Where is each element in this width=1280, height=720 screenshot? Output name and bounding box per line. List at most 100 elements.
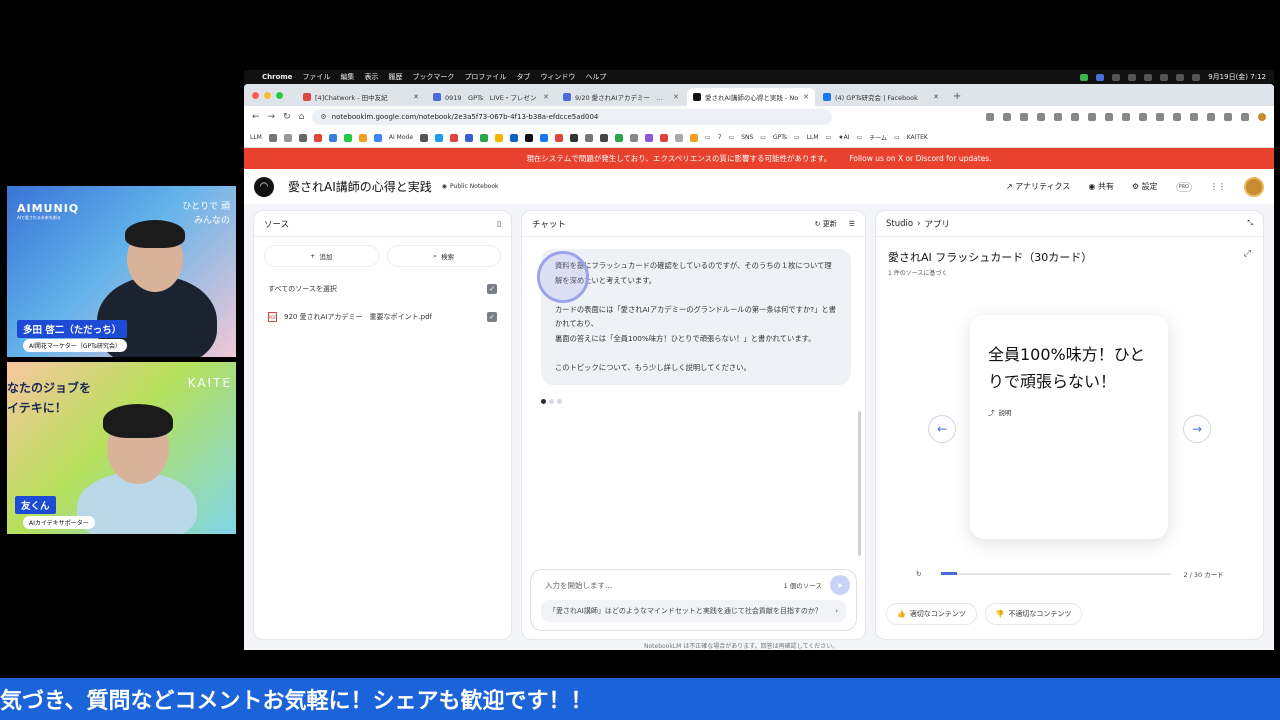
menu-icon[interactable] (1241, 113, 1249, 121)
extension-icon[interactable] (1173, 113, 1181, 121)
bookmark-icon[interactable] (420, 133, 429, 142)
collapse-icon[interactable]: ⤡ (1247, 219, 1253, 228)
close-tab-icon[interactable]: ✕ (673, 93, 679, 101)
bookmark-folder-ai[interactable]: ★AI (838, 134, 849, 141)
status-icon[interactable] (1160, 73, 1169, 81)
wifi-icon[interactable] (1176, 73, 1185, 81)
bookmark-icon[interactable] (450, 133, 459, 142)
minimize-window-button[interactable] (264, 91, 271, 99)
download-icon[interactable] (1224, 113, 1232, 121)
source-checkbox[interactable]: ✓ (487, 312, 497, 322)
bookmark-icon[interactable] (313, 133, 322, 142)
bookmark-folder-icon[interactable]: ▭ (826, 134, 832, 141)
menu-tab[interactable]: タブ (516, 72, 530, 82)
menu-view[interactable]: 表示 (364, 72, 378, 82)
close-tab-icon[interactable]: ✕ (933, 93, 939, 101)
back-icon[interactable]: ← (252, 112, 260, 122)
menu-profiles[interactable]: プロファイル (464, 72, 506, 82)
profile-icon[interactable] (1258, 113, 1266, 121)
collapse-panel-icon[interactable]: ▯ (497, 220, 501, 228)
chevron-right-icon[interactable]: › (835, 607, 838, 615)
close-tab-icon[interactable]: ✕ (413, 93, 419, 101)
forward-icon[interactable]: → (268, 112, 276, 122)
notebooklm-logo-icon[interactable]: ◠ (254, 176, 274, 197)
bookmark-icon[interactable] (343, 133, 352, 142)
menu-history[interactable]: 履歴 (388, 72, 402, 82)
tune-icon[interactable]: ☰ (849, 220, 855, 228)
zoom-window-button[interactable] (276, 91, 283, 99)
good-content-button[interactable]: 👍 適切なコンテンツ (886, 603, 977, 625)
chat-scrollbar[interactable] (858, 411, 861, 556)
bookmark-icon[interactable] (480, 133, 489, 142)
explain-button[interactable]: ⤴ 説明 (988, 407, 1150, 417)
bookmark-icon[interactable] (585, 133, 594, 142)
browser-tab[interactable]: [4]Chatwork - 田中友紀 ✕ (297, 88, 425, 106)
menu-edit[interactable]: 編集 (340, 72, 354, 82)
search-source-button[interactable]: ⌕ 検索 (386, 245, 501, 267)
refresh-button[interactable]: ↻ 更新 (815, 219, 837, 229)
extension-icon[interactable] (1190, 113, 1198, 121)
extension-icon[interactable] (1207, 113, 1215, 121)
share-button[interactable]: ◉ 共有 (1088, 181, 1114, 192)
bookmark-icon[interactable] (600, 133, 609, 142)
analytics-button[interactable]: ↗ アナリティクス (1006, 181, 1070, 192)
bookmark-folder-icon[interactable]: ▭ (729, 134, 735, 141)
bookmark-folder-sns[interactable]: SNS (741, 134, 753, 141)
bookmark-icon[interactable] (690, 133, 699, 142)
bad-content-button[interactable]: 👎 不適切なコンテンツ (984, 603, 1083, 625)
bookmark-icon[interactable] (268, 133, 277, 142)
browser-tab[interactable]: 9/20 愛されAIアカデミー 重要 ✕ (557, 88, 685, 106)
status-icon[interactable] (1144, 73, 1153, 81)
menu-app-name[interactable]: Chrome (262, 73, 292, 81)
browser-tab[interactable]: 0919 GPTs LIVE・プレゼン ✕ (427, 88, 555, 106)
flashcard[interactable]: 全員100%味方！ひとりで頑張らない！ ⤴ 説明 (970, 315, 1168, 539)
bookmark-icon[interactable] (525, 133, 534, 142)
chat-input[interactable]: 入力を開始します... (545, 580, 612, 591)
close-tab-icon[interactable]: ✕ (803, 93, 809, 101)
bookmark-icon[interactable] (660, 133, 669, 142)
extension-icon[interactable] (1105, 113, 1113, 121)
bookmark-icon[interactable] (435, 133, 444, 142)
bookmark-folder-icon[interactable]: ▭ (705, 134, 711, 141)
bookmark-icon[interactable] (283, 133, 292, 142)
bookmark-icon[interactable] (615, 133, 624, 142)
status-icon[interactable] (1128, 73, 1137, 81)
next-card-button[interactable]: → (1183, 415, 1211, 443)
bookmark-folder-llm[interactable]: LLM (807, 134, 819, 141)
bookmark-folder-icon[interactable]: ▭ (794, 134, 800, 141)
home-icon[interactable]: ⌂ (299, 112, 305, 122)
bookmark-icon[interactable] (495, 133, 504, 142)
menu-datetime[interactable]: 9月19日(金) 7:12 (1208, 72, 1266, 82)
breadcrumb-studio[interactable]: Studio (886, 219, 913, 229)
bookmark-icon[interactable] (510, 133, 519, 142)
settings-button[interactable]: ⚙ 設定 (1132, 181, 1158, 192)
expand-icon[interactable]: ⤢ (1244, 249, 1251, 265)
install-icon[interactable] (986, 113, 994, 121)
suggested-question[interactable]: 「愛されAI講師」はどのようなマインドセットと実践を通じて社会貢献を目指すのか？… (541, 600, 846, 622)
new-tab-button[interactable]: + (947, 88, 967, 106)
select-all-row[interactable]: すべてのソースを選択 ✓ (254, 275, 511, 303)
select-all-checkbox[interactable]: ✓ (487, 284, 497, 294)
menu-file[interactable]: ファイル (302, 72, 330, 82)
status-icon[interactable] (1112, 73, 1121, 81)
zoom-icon[interactable] (1003, 113, 1011, 121)
restart-icon[interactable]: ↻ (916, 570, 921, 578)
source-item[interactable]: PDF 920 愛されAIアカデミー 重要なポイント.pdf ✓ (254, 303, 511, 331)
menu-bookmarks[interactable]: ブックマーク (412, 72, 454, 82)
bookmark-folder-kaitek[interactable]: KAITEK (907, 134, 928, 141)
bookmark-star-icon[interactable] (1020, 113, 1028, 121)
bookmark-folder-gpts[interactable]: GPTs (773, 134, 787, 141)
send-button[interactable]: ➤ (830, 575, 850, 595)
bookmark-folder-icon[interactable]: ▭ (894, 134, 900, 141)
apps-grid-icon[interactable]: ⋮⋮ (1210, 182, 1226, 191)
bookmark-icon[interactable] (298, 133, 307, 142)
add-source-button[interactable]: + 追加 (264, 245, 379, 267)
bookmark-folder[interactable]: 7 (718, 134, 722, 141)
bookmark-icon[interactable] (358, 133, 367, 142)
search-icon[interactable] (1192, 73, 1201, 81)
extension-icon[interactable] (1139, 113, 1147, 121)
bookmark-folder-team[interactable]: チーム (869, 133, 887, 142)
bookmark-icon[interactable] (465, 133, 474, 142)
extension-icon[interactable] (1156, 113, 1164, 121)
menu-window[interactable]: ウィンドウ (540, 72, 575, 82)
